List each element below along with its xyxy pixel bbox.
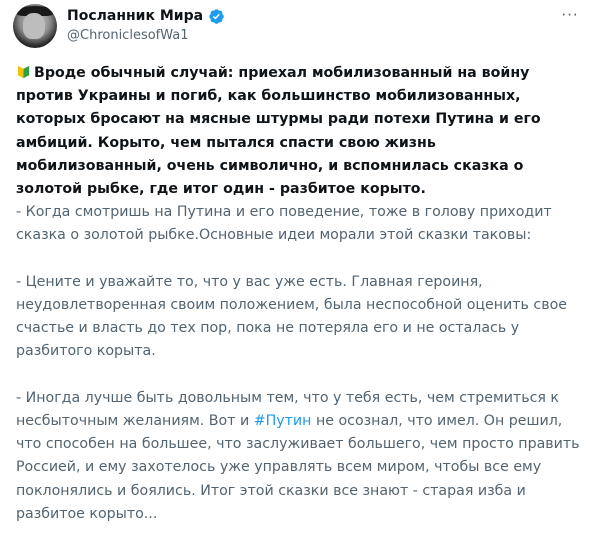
- tweet: Посланник Мира @ChroniclesofWa1 ··· Врод…: [0, 0, 598, 545]
- verified-badge-icon: [208, 8, 225, 25]
- avatar-face-shape: [23, 13, 45, 39]
- beginner-leaf-icon: [16, 64, 31, 79]
- tweet-paragraph-2: - Цените и уважайте то, что у вас уже ес…: [16, 273, 567, 360]
- avatar[interactable]: [13, 4, 57, 48]
- tweet-paragraph-1: - Когда смотришь на Путина и его поведен…: [16, 204, 552, 244]
- tweet-header: Посланник Мира @ChroniclesofWa1: [67, 6, 225, 43]
- tweet-text: Вроде обычный случай: приехал мобилизова…: [16, 62, 584, 526]
- tweet-paragraph-3: - Иногда лучше быть довольным тем, что у…: [16, 387, 584, 526]
- author-handle[interactable]: @ChroniclesofWa1: [67, 28, 225, 43]
- tweet-lead-text: Вроде обычный случай: приехал мобилизова…: [16, 65, 541, 198]
- author-display-name[interactable]: Посланник Мира: [67, 8, 203, 24]
- tweet-lead-paragraph: Вроде обычный случай: приехал мобилизова…: [16, 62, 584, 201]
- more-options-icon[interactable]: ···: [558, 6, 582, 24]
- tweet-paragraph-3-end: не осознал, что имел. Он решил, что спос…: [16, 413, 580, 522]
- name-row: Посланник Мира: [67, 6, 225, 26]
- hashtag-link[interactable]: #Путин: [254, 413, 312, 429]
